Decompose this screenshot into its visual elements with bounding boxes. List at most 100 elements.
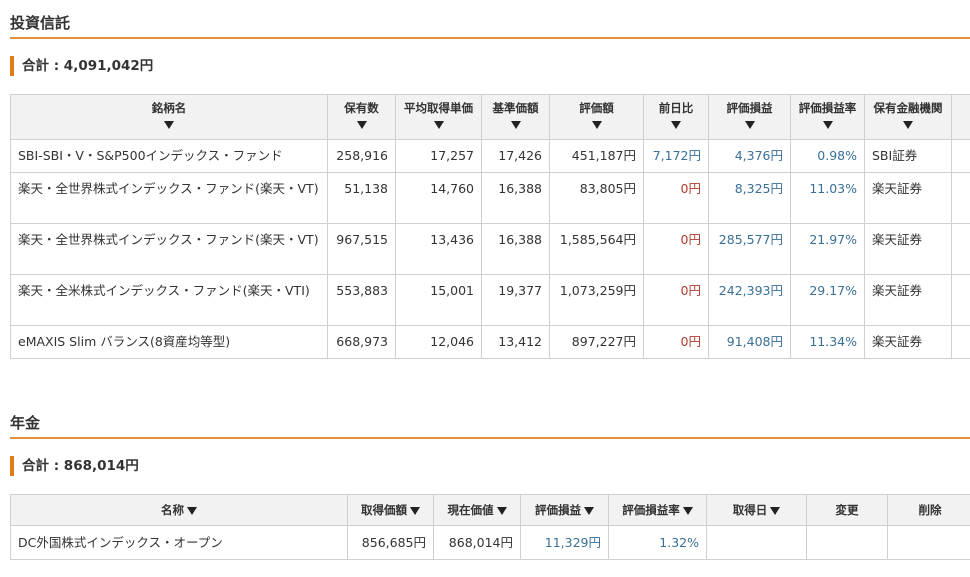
col-header-label: 評価損益率 [798, 101, 857, 115]
col-header-institution[interactable]: 保有金融機関 [864, 94, 952, 140]
investment-section-title: 投資信託 [10, 14, 71, 32]
col-header-label: 基準価額 [492, 101, 539, 115]
profit-loss-rate-cell: 1.32% [608, 525, 707, 560]
fund-name[interactable]: 楽天・全世界株式インデックス・ファンド(楽天・VT) [10, 172, 328, 224]
col-header-label: 取得価額 [361, 503, 407, 517]
current-value-cell: 868,014円 [433, 525, 521, 560]
col-header-profit-loss[interactable]: 評価損益 [708, 94, 791, 140]
col-header-delete: 削除 [887, 494, 970, 526]
fund-name[interactable]: DC外国株式インデックス・オープン [10, 525, 348, 560]
sort-down-icon[interactable] [591, 121, 602, 129]
col-header-label: 前日比 [658, 101, 694, 115]
profit-loss-rate-cell: 21.97% [790, 223, 865, 275]
col-header-acquired-date[interactable]: 取得日 [706, 494, 807, 526]
col-header-label: 現在価値 [447, 503, 494, 517]
fund-name[interactable]: eMAXIS Slim バランス(8資産均等型) [10, 325, 328, 359]
col-header-profit-loss-rate[interactable]: 評価損益率 [608, 494, 707, 526]
sort-down-icon[interactable] [744, 121, 755, 129]
sort-down-icon[interactable] [187, 506, 197, 515]
fund-name[interactable]: SBI-SBI・V・S&P500インデックス・ファンド [10, 139, 328, 173]
profit-loss-cell: 8,325円 [708, 172, 791, 224]
value-cell: 897,227円 [549, 325, 644, 359]
base-price-cell: 13,412 [481, 325, 550, 359]
col-header-current-value[interactable]: 現在価値 [433, 494, 521, 526]
profit-loss-cell: 4,376円 [708, 139, 791, 173]
col-header-cost[interactable]: 取得価額 [347, 494, 434, 526]
value-cell: 451,187円 [549, 139, 644, 173]
col-header-label: 削除 [918, 503, 942, 517]
day-change-cell: 0円 [643, 274, 709, 326]
delete-cell[interactable] [887, 525, 970, 560]
edit-cell[interactable] [806, 525, 888, 560]
overflow-cell [951, 172, 970, 224]
investment-header-row: 銘柄名 保有数 平均取得単価 基準価額 評価額 前日比 評価損益 評価損益率 保… [10, 94, 970, 140]
profit-loss-cell: 242,393円 [708, 274, 791, 326]
col-header-avg-cost[interactable]: 平均取得単価 [395, 94, 482, 140]
profit-loss-cell: 285,577円 [708, 223, 791, 275]
avg-cost-cell: 12,046 [395, 325, 482, 359]
sort-down-icon[interactable] [682, 506, 693, 515]
sort-down-icon[interactable] [164, 121, 174, 129]
avg-cost-cell: 13,436 [395, 223, 482, 275]
col-header-profit-loss[interactable]: 評価損益 [520, 494, 609, 526]
col-header-edit: 変更 [806, 494, 888, 526]
cost-cell: 856,685円 [347, 525, 434, 560]
fund-name[interactable]: 楽天・全世界株式インデックス・ファンド(楽天・VT) [10, 223, 328, 275]
base-price-cell: 16,388 [481, 223, 550, 275]
overflow-cell [951, 325, 970, 359]
col-header-day-change[interactable]: 前日比 [643, 94, 709, 140]
col-header-qty[interactable]: 保有数 [327, 94, 396, 140]
col-header-label: 名称 [161, 503, 184, 517]
col-header-label: 評価損益率 [622, 503, 680, 517]
qty-cell: 668,973 [327, 325, 396, 359]
sort-down-icon[interactable] [770, 506, 781, 515]
table-row: 楽天・全世界株式インデックス・ファンド(楽天・VT) 967,515 13,43… [10, 223, 970, 275]
table-row: DC外国株式インデックス・オープン 856,685円 868,014円 11,3… [10, 525, 970, 560]
value-cell: 83,805円 [549, 172, 644, 224]
col-header-label: 銘柄名 [151, 101, 187, 115]
avg-cost-cell: 15,001 [395, 274, 482, 326]
base-price-cell: 16,388 [481, 172, 550, 224]
sort-down-icon[interactable] [584, 506, 594, 515]
sort-down-icon[interactable] [671, 121, 681, 129]
sort-down-icon[interactable] [410, 506, 420, 515]
day-change-cell: 7,172円 [643, 139, 709, 173]
overflow-cell [951, 139, 970, 173]
col-header-name[interactable]: 名称 [10, 494, 348, 526]
table-row: 楽天・全米株式インデックス・ファンド(楽天・VTI) 553,883 15,00… [10, 274, 970, 326]
col-header-label: 評価損益 [726, 101, 773, 115]
col-header-value[interactable]: 評価額 [549, 94, 644, 140]
pension-total: 合計 : 868,014円 [10, 456, 139, 476]
qty-cell: 553,883 [327, 274, 396, 326]
col-header-label: 取得日 [732, 503, 768, 517]
col-header-profit-loss-rate[interactable]: 評価損益率 [790, 94, 865, 140]
profit-loss-cell: 91,408円 [708, 325, 791, 359]
overflow-cell [951, 223, 970, 275]
col-header-name[interactable]: 銘柄名 [10, 94, 328, 140]
avg-cost-cell: 14,760 [395, 172, 482, 224]
profit-loss-rate-cell: 29.17% [790, 274, 865, 326]
sort-down-icon[interactable] [822, 121, 833, 129]
table-row: eMAXIS Slim バランス(8資産均等型) 668,973 12,046 … [10, 325, 970, 359]
profit-loss-rate-cell: 11.03% [790, 172, 865, 224]
qty-cell: 51,138 [327, 172, 396, 224]
sort-down-icon[interactable] [510, 121, 521, 129]
profit-loss-cell: 11,329円 [520, 525, 609, 560]
pension-table: 名称 取得価額 現在価値 評価損益 評価損益率 取得日 変更 削除 DC外国株式… [10, 494, 970, 560]
profit-loss-rate-cell: 11.34% [790, 325, 865, 359]
sort-down-icon[interactable] [496, 506, 507, 515]
institution-cell: 楽天証券 [864, 325, 952, 359]
col-header-label: 評価額 [579, 101, 614, 115]
col-header-label: 変更 [835, 503, 859, 517]
sort-down-icon[interactable] [903, 121, 913, 129]
sort-down-icon[interactable] [433, 121, 444, 129]
table-row: SBI-SBI・V・S&P500インデックス・ファンド 258,916 17,2… [10, 139, 970, 173]
fund-name[interactable]: 楽天・全米株式インデックス・ファンド(楽天・VTI) [10, 274, 328, 326]
investment-table: 銘柄名 保有数 平均取得単価 基準価額 評価額 前日比 評価損益 評価損益率 保… [10, 94, 970, 359]
col-header-label: 平均取得単価 [404, 101, 473, 115]
col-header-label: 保有金融機関 [873, 101, 943, 115]
value-cell: 1,585,564円 [549, 223, 644, 275]
sort-down-icon[interactable] [356, 121, 367, 129]
day-change-cell: 0円 [643, 223, 709, 275]
col-header-base-price[interactable]: 基準価額 [481, 94, 550, 140]
